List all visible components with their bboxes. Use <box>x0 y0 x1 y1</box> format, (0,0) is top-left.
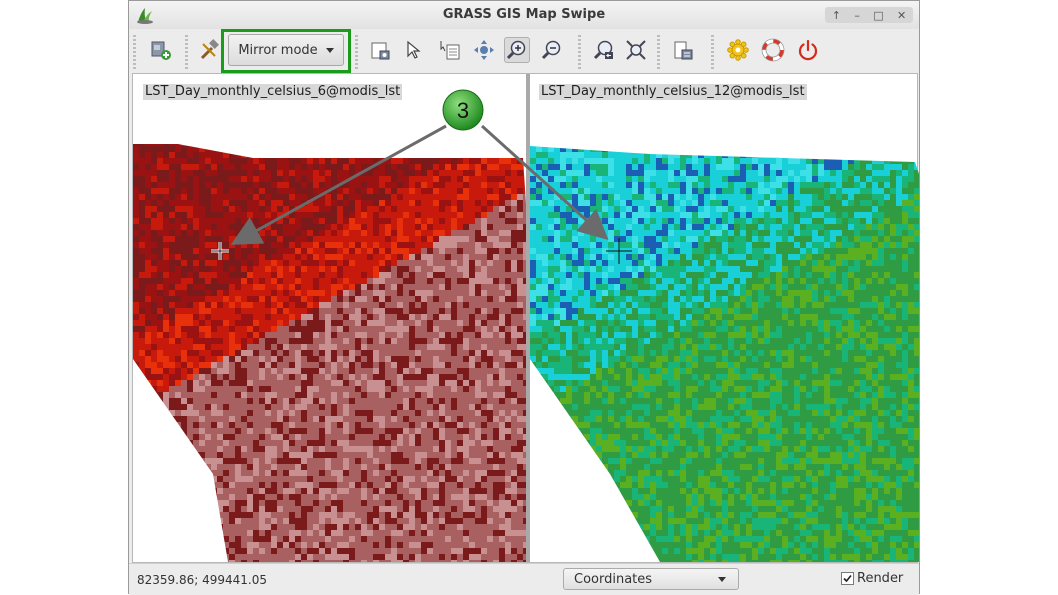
toolbar-separator <box>578 35 581 71</box>
display-mode-label: Coordinates <box>574 572 653 587</box>
help-button[interactable] <box>760 37 786 63</box>
add-map-icon <box>151 41 171 60</box>
toolbar-separator <box>711 35 714 71</box>
save-image-button[interactable] <box>670 37 696 63</box>
right-map-label: LST_Day_monthly_celsius_12@modis_lst <box>539 84 807 100</box>
quit-icon <box>798 39 818 61</box>
render-map-icon <box>371 42 390 60</box>
pointer-icon <box>407 40 421 59</box>
zoom-out-button[interactable] <box>539 37 565 63</box>
left-map-raster[interactable] <box>133 74 526 562</box>
chevron-down-icon <box>718 577 726 582</box>
status-bar: 82359.86; 499441.05 Coordinates Render <box>129 563 919 595</box>
toolbar-separator <box>185 35 188 71</box>
map-swipe-window: GRASS GIS Map Swipe ↑ – □ ✕ Mirror mode … <box>128 0 920 595</box>
render-label: Render <box>857 571 904 586</box>
settings-icon <box>727 39 749 61</box>
toolbar-separator <box>355 35 358 71</box>
add-map-button[interactable] <box>148 37 174 63</box>
settings-button[interactable] <box>725 37 751 63</box>
zoom-back-button[interactable] <box>591 37 617 63</box>
zoom-out-icon <box>541 40 561 60</box>
chevron-down-icon <box>325 47 334 53</box>
toolbar-separator <box>133 35 136 71</box>
shade-button[interactable]: ↑ <box>832 9 841 22</box>
render-map-button[interactable] <box>367 37 393 63</box>
tools-button[interactable] <box>196 37 222 63</box>
maximize-button[interactable]: □ <box>873 9 883 22</box>
pointer-button[interactable] <box>401 37 427 63</box>
left-map-label: LST_Day_monthly_celsius_6@modis_lst <box>143 84 403 100</box>
close-button[interactable]: ✕ <box>897 9 906 22</box>
minimize-button[interactable]: – <box>854 9 860 22</box>
toolbar: Mirror mode <box>129 29 919 73</box>
query-button[interactable] <box>437 37 463 63</box>
save-image-icon <box>674 41 693 60</box>
display-mode-select[interactable]: Coordinates <box>563 568 739 590</box>
query-icon <box>440 41 460 60</box>
zoom-back-icon <box>593 40 613 60</box>
window-controls: ↑ – □ ✕ <box>825 7 913 23</box>
checkmark-icon <box>843 574 852 583</box>
checkbox-icon[interactable] <box>841 572 854 585</box>
zoom-extent-button[interactable] <box>623 37 649 63</box>
help-icon <box>761 38 785 62</box>
mode-label: Mirror mode <box>238 42 318 58</box>
zoom-extent-icon <box>626 40 646 60</box>
tools-icon <box>200 39 219 60</box>
quit-button[interactable] <box>795 37 821 63</box>
zoom-in-icon <box>506 40 526 60</box>
coordinates-readout: 82359.86; 499441.05 <box>137 573 268 587</box>
right-map-raster[interactable] <box>530 74 919 562</box>
zoom-in-button[interactable] <box>504 37 530 63</box>
pan-icon <box>474 40 494 60</box>
render-checkbox[interactable]: Render <box>841 571 903 586</box>
pan-button[interactable] <box>471 37 497 63</box>
mode-dropdown[interactable]: Mirror mode <box>228 34 344 66</box>
map-canvas[interactable]: LST_Day_monthly_celsius_6@modis_lst LST_… <box>132 73 919 563</box>
window-title: GRASS GIS Map Swipe <box>442 7 606 22</box>
title-bar: GRASS GIS Map Swipe ↑ – □ ✕ <box>129 1 919 30</box>
toolbar-separator <box>657 35 660 71</box>
